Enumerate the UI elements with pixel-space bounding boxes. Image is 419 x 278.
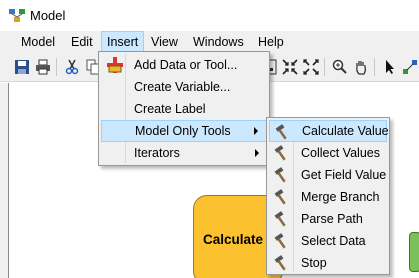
window-frame: [0, 83, 8, 278]
submenu-parse-path[interactable]: Parse Path: [269, 208, 387, 230]
menu-add-data-or-tool[interactable]: Add Data or Tool...: [101, 54, 267, 76]
submenu-calculate-value[interactable]: Calculate Value: [269, 120, 389, 142]
process-label: Calculate: [203, 232, 264, 247]
hammer-icon: [275, 124, 287, 140]
cut-icon[interactable]: [63, 58, 80, 75]
submenu-get-field-value[interactable]: Get Field Value: [269, 164, 387, 186]
output-element[interactable]: [409, 232, 419, 272]
title-bar: Model: [0, 0, 419, 31]
submenu-select-data[interactable]: Select Data: [269, 230, 387, 252]
menu-insert[interactable]: Insert: [101, 31, 145, 53]
hammer-icon: [274, 211, 286, 227]
pan-icon[interactable]: [352, 58, 369, 75]
hammer-icon: [274, 167, 286, 183]
add-data-icon: [107, 57, 123, 73]
menu-help[interactable]: Help: [253, 31, 289, 53]
window-title: Model: [30, 8, 66, 23]
submenu-collect-values[interactable]: Collect Values: [269, 142, 387, 164]
connect-icon[interactable]: [401, 58, 418, 75]
menu-model[interactable]: Model: [16, 31, 60, 53]
submenu-arrow-icon: [255, 149, 259, 157]
menu-view[interactable]: View: [146, 31, 183, 53]
menu-iterators[interactable]: Iterators: [101, 142, 267, 164]
menu-windows[interactable]: Windows: [188, 31, 249, 53]
menu-create-variable[interactable]: Create Variable...: [101, 76, 267, 98]
menu-edit[interactable]: Edit: [66, 31, 98, 53]
hammer-icon: [274, 255, 286, 271]
zoom-icon[interactable]: [331, 58, 348, 75]
submenu-stop[interactable]: Stop: [269, 252, 387, 274]
insert-menu: Add Data or Tool... Create Variable... C…: [98, 51, 270, 166]
zoom-in-fixed-icon[interactable]: [281, 58, 298, 75]
hammer-icon: [274, 145, 286, 161]
submenu-merge-branch[interactable]: Merge Branch: [269, 186, 387, 208]
hammer-icon: [274, 189, 286, 205]
submenu-arrow-icon: [254, 127, 258, 135]
model-only-tools-submenu: Calculate Value Collect Values Get Field…: [266, 117, 390, 275]
hammer-icon: [274, 233, 286, 249]
select-arrow-icon[interactable]: [381, 58, 398, 75]
modelbuilder-icon: [9, 9, 25, 22]
menu-model-only-tools[interactable]: Model Only Tools: [101, 120, 267, 142]
print-icon[interactable]: [34, 58, 51, 75]
zoom-out-fixed-icon[interactable]: [302, 58, 319, 75]
menu-create-label[interactable]: Create Label: [101, 98, 267, 120]
menu-bar: Model Edit Insert View Windows Help: [0, 31, 419, 53]
save-icon[interactable]: [13, 58, 30, 75]
